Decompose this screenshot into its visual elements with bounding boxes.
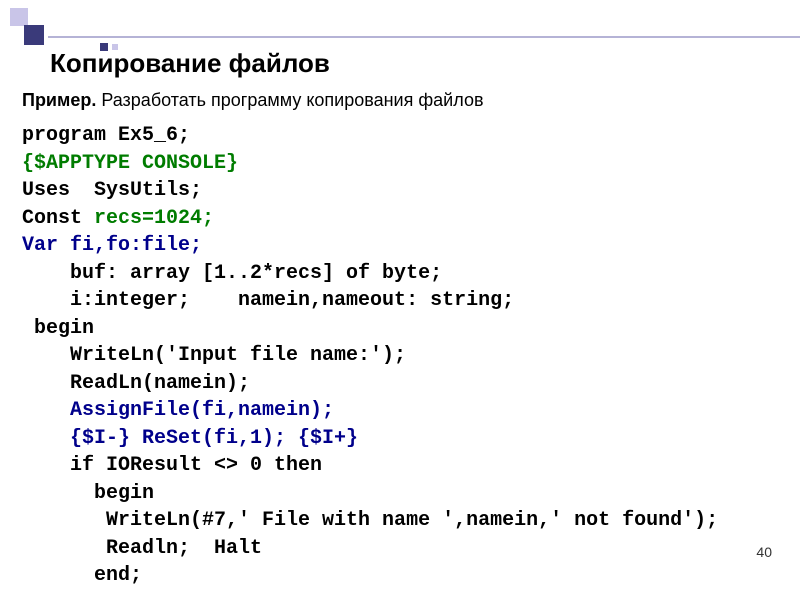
code-line: {$APPTYPE CONSOLE} <box>22 152 238 175</box>
code-line: {$I-} ReSet(fi,1); {$I+} <box>22 427 358 450</box>
page-number: 40 <box>756 544 772 560</box>
code-line: AssignFile(fi,namein); <box>22 399 334 422</box>
code-line: WriteLn(#7,' File with name ',namein,' n… <box>22 509 718 532</box>
deco-square <box>24 25 44 45</box>
subtitle-label: Пример. <box>22 90 96 110</box>
deco-line <box>48 36 800 38</box>
code-line: program Ex5_6; <box>22 124 190 147</box>
code-line: Const recs=1024; <box>22 207 214 230</box>
slide-subtitle: Пример. Разработать программу копировани… <box>22 90 484 111</box>
code-line: Var fi,fo:file; <box>22 234 202 257</box>
code-line: Readln; Halt <box>22 537 262 560</box>
code-line: end; <box>22 564 142 587</box>
code-line: Uses SysUtils; <box>22 179 202 202</box>
code-line: if IOResult <> 0 then <box>22 454 322 477</box>
subtitle-text: Разработать программу копирования файлов <box>96 90 483 110</box>
code-line: begin <box>22 482 154 505</box>
code-line: WriteLn('Input file name:'); <box>22 344 406 367</box>
deco-square <box>10 8 28 26</box>
code-line: buf: array [1..2*recs] of byte; <box>22 262 442 285</box>
code-line: ReadLn(namein); <box>22 372 250 395</box>
code-line: i:integer; namein,nameout: string; <box>22 289 514 312</box>
slide-title: Копирование файлов <box>50 48 330 79</box>
code-line: begin <box>22 317 94 340</box>
code-block: program Ex5_6; {$APPTYPE CONSOLE} Uses S… <box>22 122 718 590</box>
